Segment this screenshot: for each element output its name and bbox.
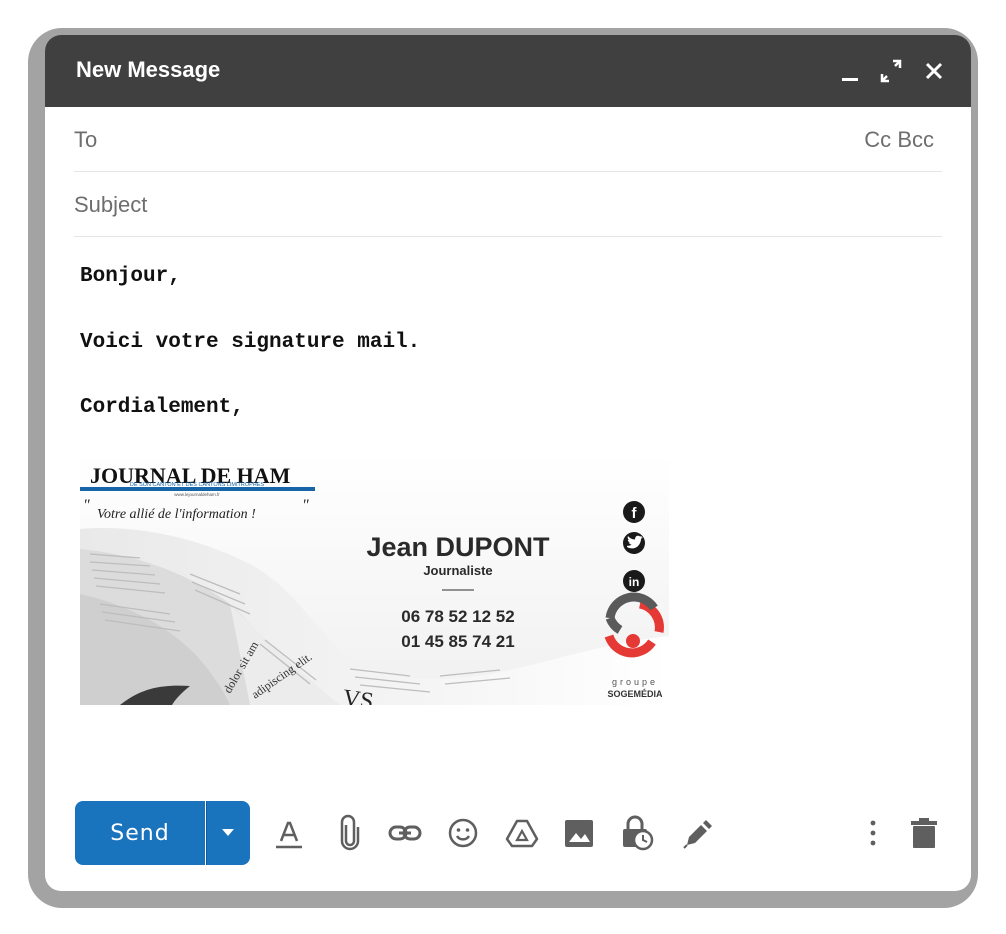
emoji-icon[interactable] — [445, 813, 481, 853]
cc-bcc-links: Cc Bcc — [864, 127, 934, 153]
signature-name: Jean DUPONT — [366, 532, 550, 562]
svg-text:in: in — [629, 575, 640, 589]
send-options-button[interactable] — [206, 801, 250, 865]
linkedin-icon[interactable]: in — [623, 570, 645, 592]
bcc-link[interactable]: Bcc — [897, 127, 934, 152]
discard-draft-icon[interactable] — [906, 813, 942, 853]
journal-logo-subtitle: DE SON CANTON ET DES CANTONS LIMITROPHES — [130, 482, 264, 488]
email-signature: dolor sit am adipiscing elit. VS JOURNAL… — [80, 454, 669, 705]
compose-title: New Message — [76, 57, 221, 82]
journal-tagline: Votre allié de l'information ! — [97, 507, 256, 522]
body-line-greeting: Bonjour, — [80, 265, 181, 288]
signature-graphic: dolor sit am adipiscing elit. VS JOURNAL… — [80, 454, 669, 705]
twitter-icon[interactable] — [623, 532, 645, 554]
journal-logo-url: www.lejournaldeham.fr — [174, 492, 220, 497]
tagline-quote-close: " — [302, 497, 309, 514]
insert-photo-icon[interactable] — [561, 813, 597, 853]
signature-pen-icon[interactable] — [679, 813, 715, 853]
attach-file-icon[interactable] — [332, 813, 368, 853]
body-line-message: Voici votre signature mail. — [80, 331, 421, 354]
minimize-icon[interactable] — [835, 53, 865, 89]
newspaper-text-3: VS — [341, 685, 375, 705]
subject-field[interactable]: Subject — [74, 172, 942, 237]
chevron-down-icon — [206, 801, 234, 865]
tagline-quote-open: " — [83, 497, 90, 514]
format-text-icon[interactable] — [271, 813, 307, 853]
compose-window: New Message To Cc Bcc Subject Bonjour, V… — [45, 35, 971, 891]
subject-placeholder: Subject — [74, 192, 148, 217]
close-icon[interactable] — [919, 53, 949, 89]
signature-phone-mobile: 06 78 52 12 52 — [401, 607, 514, 626]
group-word: groupe — [612, 677, 658, 687]
signature-role: Journaliste — [423, 563, 492, 578]
signature-phone-landline: 01 45 85 74 21 — [401, 632, 514, 651]
group-name: SOGEMÉDIA — [607, 689, 663, 699]
facebook-icon[interactable]: f — [623, 501, 645, 523]
cc-link[interactable]: Cc — [864, 127, 891, 152]
expand-icon[interactable] — [876, 53, 906, 89]
body-line-closing: Cordialement, — [80, 396, 244, 419]
insert-link-icon[interactable] — [387, 813, 423, 853]
compose-title-bar[interactable]: New Message — [45, 35, 971, 107]
more-options-icon[interactable] — [855, 813, 891, 853]
confidential-mode-icon[interactable] — [619, 813, 655, 853]
to-field[interactable]: To Cc Bcc — [74, 107, 942, 172]
google-drive-icon[interactable] — [504, 813, 540, 853]
to-label: To — [74, 127, 98, 152]
send-button[interactable]: Send — [75, 801, 205, 865]
